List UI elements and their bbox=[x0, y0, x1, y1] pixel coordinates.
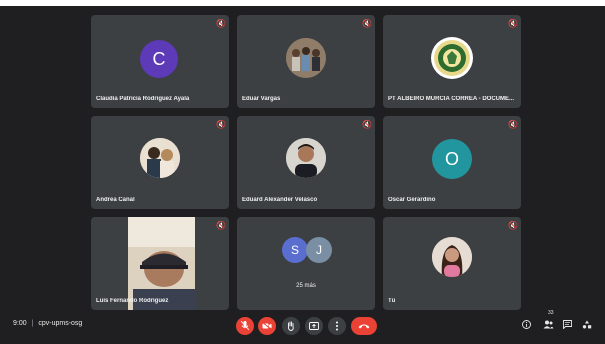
avatar-initial: S bbox=[290, 243, 299, 257]
avatar: S bbox=[282, 237, 308, 263]
mic-muted-icon: 🔇 bbox=[216, 221, 226, 230]
avatar: J bbox=[306, 237, 332, 263]
group-photo-icon bbox=[286, 38, 326, 78]
present-icon bbox=[309, 321, 319, 330]
camera-off-icon bbox=[262, 322, 272, 330]
more-options-icon bbox=[336, 321, 338, 331]
avatar-initial: J bbox=[316, 243, 322, 257]
participant-name: Claudia Patricia Rodriguez Ayala bbox=[96, 96, 190, 102]
meeting-info: 9:00 | cpv-upms-osg bbox=[13, 320, 82, 327]
avatar-photo bbox=[140, 138, 180, 178]
avatar-logo bbox=[431, 37, 473, 79]
more-options-button[interactable] bbox=[328, 317, 346, 335]
participant-video bbox=[128, 217, 195, 310]
avatar-photo bbox=[432, 237, 472, 277]
mic-muted-icon: 🔇 bbox=[508, 19, 518, 28]
woman-portrait-icon bbox=[432, 237, 472, 277]
mic-muted-icon: 🔇 bbox=[362, 19, 372, 28]
participant-name: Eduar Vargas bbox=[242, 96, 281, 102]
avatar: C bbox=[140, 40, 178, 78]
police-emblem-icon bbox=[434, 40, 470, 76]
participant-tile[interactable]: 🔇 Andrea Canal bbox=[91, 116, 229, 209]
activities-button[interactable] bbox=[582, 320, 592, 331]
separator: | bbox=[31, 320, 34, 327]
end-call-button[interactable] bbox=[351, 317, 377, 335]
mic-muted-icon: 🔇 bbox=[216, 120, 226, 129]
present-button[interactable] bbox=[305, 317, 323, 335]
mic-muted-icon: 🔇 bbox=[216, 19, 226, 28]
participant-tile[interactable]: 🔇 Eduard Alexander Velasco bbox=[237, 116, 375, 209]
participant-tile[interactable]: 🔇 C Claudia Patricia Rodriguez Ayala bbox=[91, 15, 229, 108]
people-button[interactable] bbox=[543, 320, 554, 331]
activities-icon bbox=[582, 320, 592, 329]
participant-name: Oscar Gerardino bbox=[388, 197, 436, 203]
mic-muted-icon: 🔇 bbox=[508, 120, 518, 129]
people-icon bbox=[543, 320, 554, 329]
mic-muted-icon: 🔇 bbox=[362, 120, 372, 129]
more-participants-label: 25 más bbox=[296, 283, 316, 289]
info-icon bbox=[522, 320, 531, 329]
participant-name: Tú bbox=[388, 298, 396, 304]
avatar-photo bbox=[286, 138, 326, 178]
participants-count-badge: 33 bbox=[548, 310, 554, 316]
man-portrait-icon bbox=[286, 138, 326, 178]
control-bar: 9:00 | cpv-upms-osg 33 bbox=[0, 310, 605, 344]
raise-hand-button[interactable] bbox=[282, 317, 300, 335]
participant-tile-overflow[interactable]: S J 25 más bbox=[237, 217, 375, 310]
raise-hand-icon bbox=[287, 321, 294, 331]
end-call-icon bbox=[358, 324, 370, 329]
participant-name: Eduard Alexander Velasco bbox=[242, 197, 318, 203]
couple-photo-icon bbox=[140, 138, 180, 178]
participant-tile[interactable]: 🔇 PT ALBEIRO MURCIA CORREA - DOCUME... bbox=[383, 15, 521, 108]
meeting-details-button[interactable] bbox=[522, 320, 531, 331]
participant-tile[interactable]: 🔇 O Oscar Gerardino bbox=[383, 116, 521, 209]
participant-tile[interactable]: 🔇 Eduar Vargas bbox=[237, 15, 375, 108]
avatar-photo bbox=[286, 38, 326, 78]
participant-name: Luis Fernando Rodríguez bbox=[96, 298, 169, 304]
meeting-screen: 🔇 C Claudia Patricia Rodriguez Ayala 🔇 E… bbox=[0, 0, 605, 344]
camera-toggle-button[interactable] bbox=[258, 317, 276, 335]
participant-tile[interactable]: 🔇 Luis Fernando Rodríguez bbox=[91, 217, 229, 310]
man-with-cap-icon bbox=[128, 217, 195, 310]
chat-icon bbox=[563, 320, 572, 330]
participant-name: PT ALBEIRO MURCIA CORREA - DOCUME... bbox=[388, 96, 514, 102]
avatar-initial: O bbox=[444, 148, 459, 169]
participant-name: Andrea Canal bbox=[96, 197, 135, 203]
participant-tile-self[interactable]: 🔇 Tú bbox=[383, 217, 521, 310]
mic-muted-icon bbox=[241, 321, 249, 331]
meeting-code: cpv-upms-osg bbox=[38, 320, 83, 327]
clock-time: 9:00 bbox=[13, 320, 27, 327]
avatar: O bbox=[432, 139, 472, 179]
avatar-initial: C bbox=[152, 48, 166, 69]
mic-toggle-button[interactable] bbox=[236, 317, 254, 335]
top-border bbox=[0, 0, 605, 6]
mic-muted-icon: 🔇 bbox=[508, 221, 518, 230]
chat-button[interactable] bbox=[563, 320, 572, 331]
